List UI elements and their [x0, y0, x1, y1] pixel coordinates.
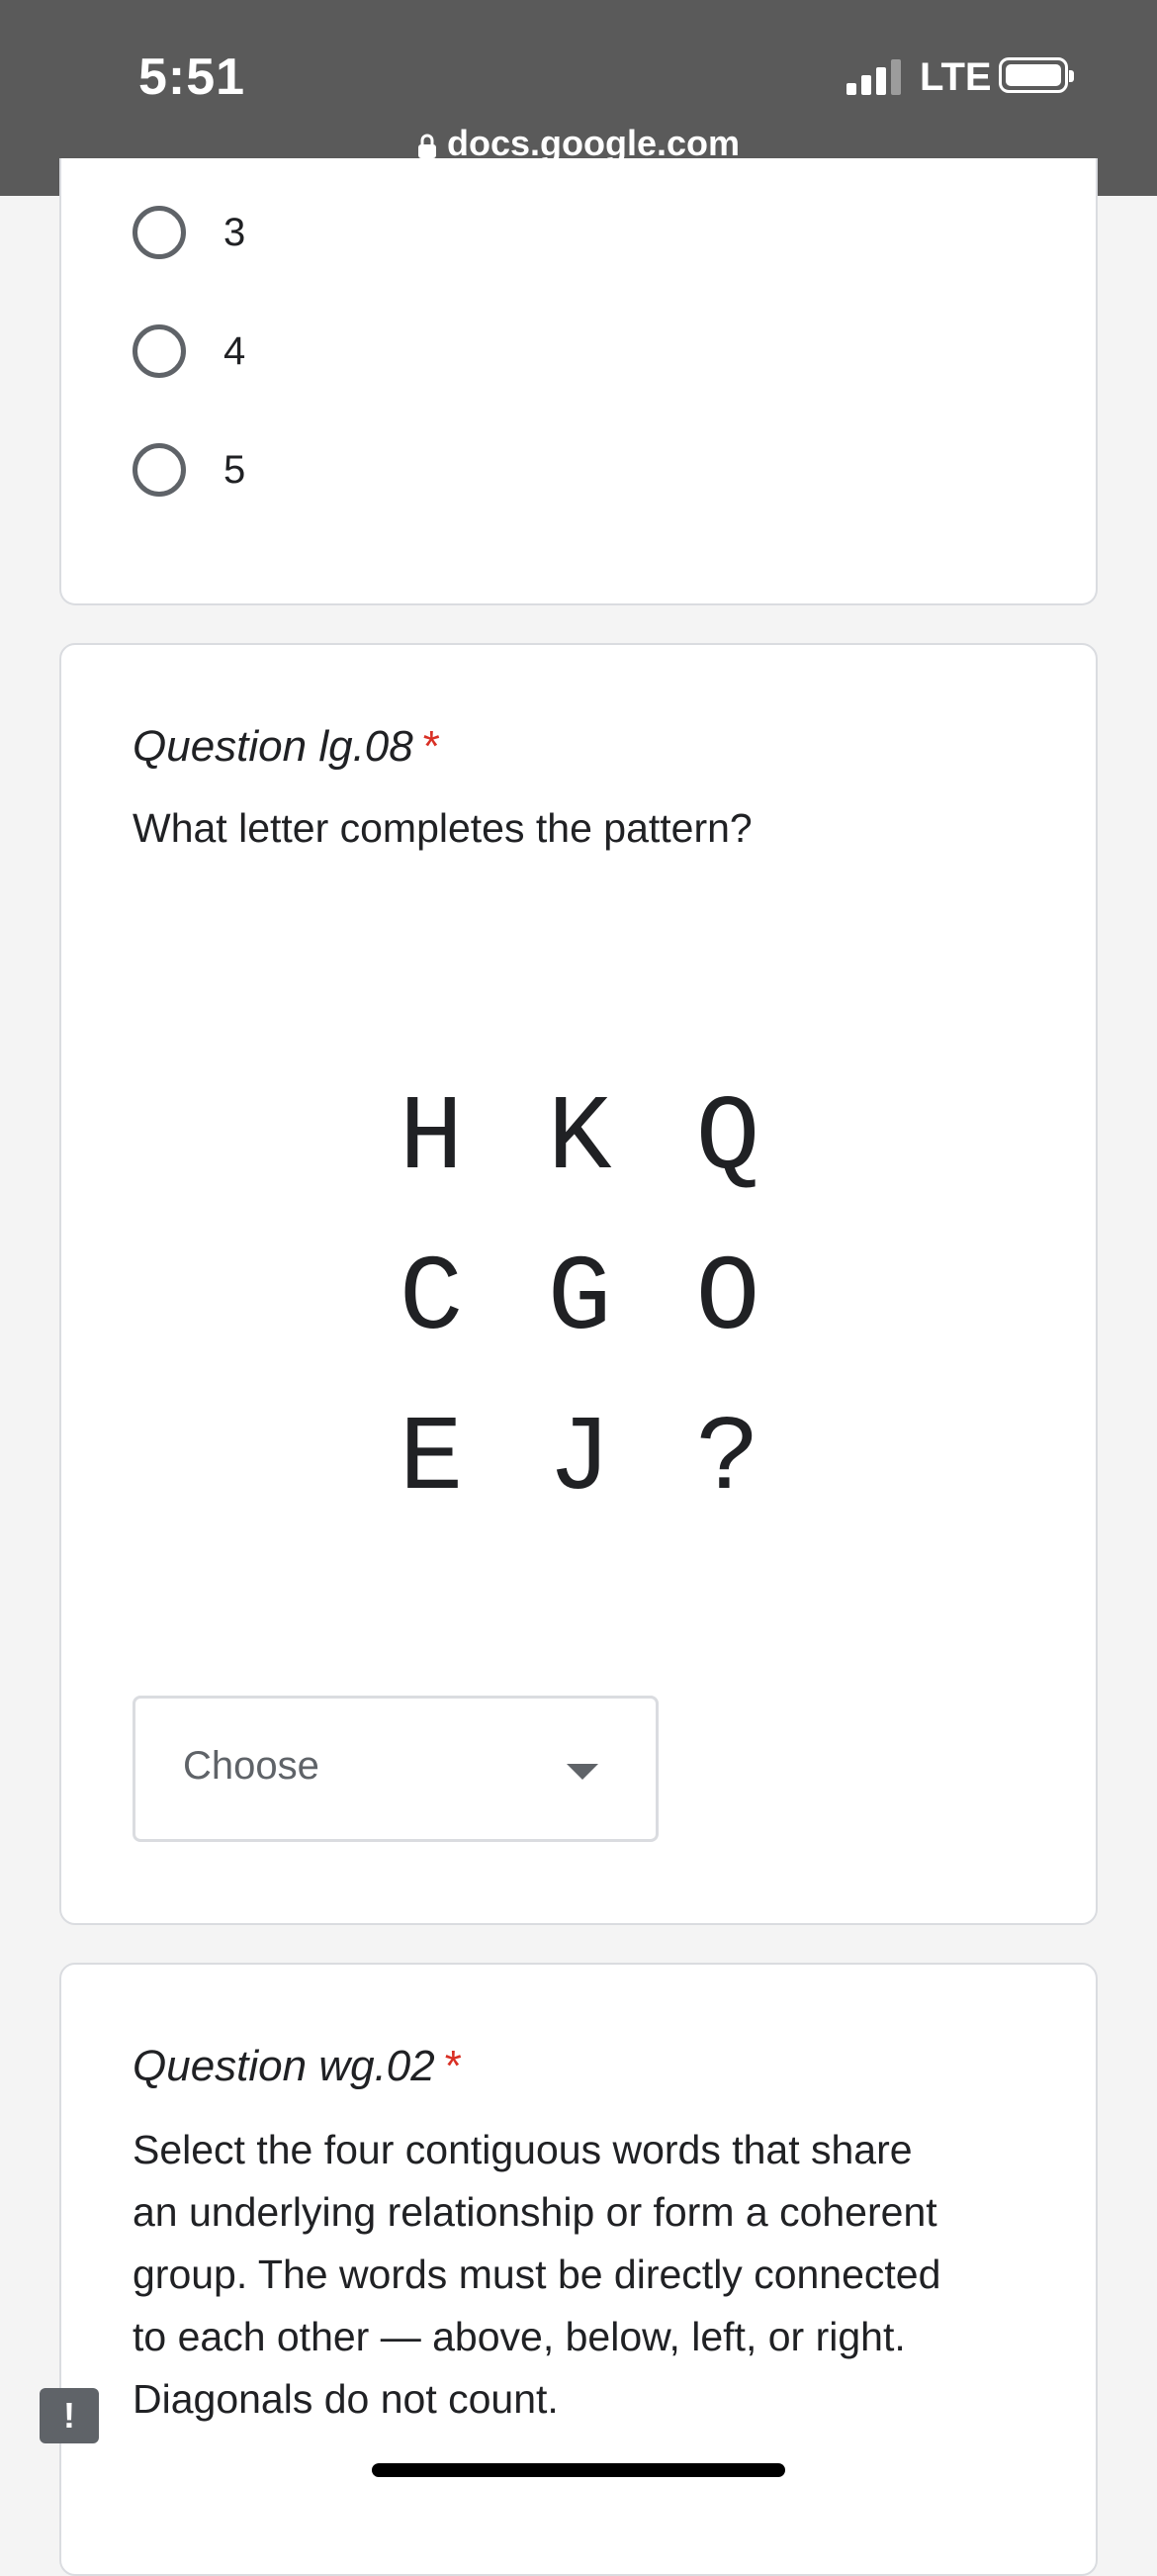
grid-letter: K — [547, 1079, 612, 1200]
question-title: Question lg.08 * — [133, 722, 440, 772]
battery-icon — [999, 57, 1074, 93]
radio-option[interactable]: 5 — [133, 438, 245, 502]
required-asterisk: * — [444, 2042, 462, 2090]
grid-row: H K Q — [61, 1080, 1100, 1199]
radio-option-label: 5 — [223, 447, 246, 492]
radio-option-label: 3 — [223, 210, 246, 254]
lock-icon — [417, 134, 436, 158]
question-card-lg08: Question lg.08 * What letter completes th… — [59, 643, 1098, 1925]
prompt-line: Select the four contiguous words that sh… — [133, 2127, 913, 2172]
network-type: LTE — [920, 55, 992, 99]
grid-letter: J — [547, 1400, 612, 1520]
grid-letter: G — [547, 1240, 612, 1360]
radio-button[interactable] — [133, 324, 186, 378]
url-text: docs.google.com — [446, 123, 741, 163]
question-prompt: Select the four contiguous words that sh… — [133, 2119, 1042, 2431]
report-problem-button[interactable]: ! — [40, 2388, 99, 2443]
home-indicator[interactable] — [372, 2463, 785, 2477]
question-prompt: What letter completes the pattern? — [133, 805, 753, 851]
grid-letter: H — [399, 1079, 464, 1200]
grid-letter: C — [399, 1240, 464, 1360]
required-asterisk: * — [422, 722, 440, 771]
question-title-text: Question wg.02 — [133, 2042, 435, 2090]
clock: 5:51 — [138, 48, 246, 106]
answer-dropdown[interactable]: Choose — [133, 1696, 659, 1842]
previous-question-card: 3 4 5 — [59, 158, 1098, 605]
grid-letter: ? — [695, 1400, 760, 1520]
cellular-signal-icon — [846, 59, 902, 95]
question-title: Question wg.02 * — [133, 2042, 462, 2091]
dropdown-arrow-icon — [567, 1764, 598, 1780]
prompt-line: Diagonals do not count. — [133, 2376, 559, 2422]
dropdown-placeholder: Choose — [183, 1744, 319, 1788]
grid-row: C G O — [61, 1241, 1100, 1359]
prompt-line: group. The words must be directly connec… — [133, 2252, 941, 2297]
question-title-text: Question lg.08 — [133, 722, 413, 771]
radio-option[interactable]: 4 — [133, 320, 245, 383]
grid-row: E J ? — [61, 1401, 1100, 1519]
prompt-line: to each other — above, below, left, or r… — [133, 2314, 906, 2359]
radio-option-label: 4 — [223, 328, 246, 373]
radio-button[interactable] — [133, 206, 186, 259]
grid-letter: O — [695, 1240, 760, 1360]
radio-option[interactable]: 3 — [133, 201, 245, 264]
grid-letter: Q — [695, 1079, 760, 1200]
prompt-line: an underlying relationship or form a coh… — [133, 2189, 937, 2235]
grid-letter: E — [399, 1400, 464, 1520]
radio-button[interactable] — [133, 443, 186, 497]
question-card-wg02: Question wg.02 * Select the four contiguo… — [59, 1963, 1098, 2576]
